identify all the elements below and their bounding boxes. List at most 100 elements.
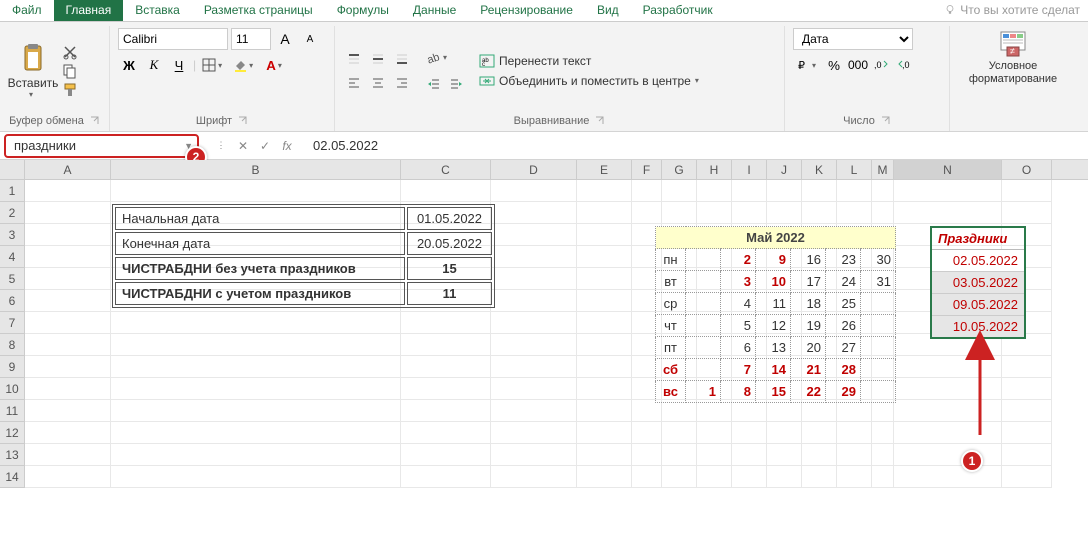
cell[interactable] (491, 334, 577, 356)
cell[interactable] (25, 378, 111, 400)
cell[interactable] (767, 466, 802, 488)
cell[interactable] (872, 444, 894, 466)
calendar-cell[interactable]: 26 (826, 315, 861, 337)
align-center-button[interactable] (367, 72, 389, 94)
cell[interactable] (577, 290, 632, 312)
cell[interactable] (767, 444, 802, 466)
dialog-launcher-icon[interactable] (238, 116, 248, 126)
cell[interactable] (1002, 422, 1052, 444)
calendar-cell[interactable] (686, 359, 721, 381)
cell[interactable] (491, 356, 577, 378)
cell[interactable] (662, 202, 697, 224)
table-cell[interactable]: Начальная дата (115, 207, 405, 230)
dialog-launcher-icon[interactable] (595, 116, 605, 126)
row-header[interactable]: 6 (0, 290, 25, 312)
cell[interactable] (491, 378, 577, 400)
font-color-button[interactable]: A▾ (261, 54, 289, 76)
table-cell[interactable]: 01.05.2022 (407, 207, 492, 230)
align-middle-button[interactable] (367, 48, 389, 70)
row-header[interactable]: 1 (0, 180, 25, 202)
cell[interactable] (25, 224, 111, 246)
tab-view[interactable]: Вид (585, 0, 631, 21)
cell[interactable] (697, 466, 732, 488)
cell[interactable] (111, 180, 401, 202)
calendar-cell[interactable]: 9 (756, 249, 791, 271)
italic-button[interactable]: К (143, 54, 165, 76)
cell[interactable] (25, 290, 111, 312)
cancel-formula-icon[interactable]: ✕ (235, 139, 251, 153)
calendar-cell[interactable]: 23 (826, 249, 861, 271)
font-size-select[interactable] (231, 28, 271, 50)
cell[interactable] (1002, 202, 1052, 224)
cell[interactable] (767, 400, 802, 422)
row-header[interactable]: 3 (0, 224, 25, 246)
column-header-G[interactable]: G (662, 160, 697, 179)
cell[interactable] (732, 444, 767, 466)
cell[interactable] (732, 422, 767, 444)
cell[interactable] (491, 312, 577, 334)
cell[interactable] (697, 202, 732, 224)
align-top-button[interactable] (343, 48, 365, 70)
merge-center-button[interactable]: Объединить и поместить в центре ▾ (479, 73, 703, 89)
align-left-button[interactable] (343, 72, 365, 94)
increase-font-button[interactable]: A (274, 28, 296, 50)
column-header-M[interactable]: M (872, 160, 894, 179)
cell[interactable] (491, 224, 577, 246)
cell[interactable] (25, 422, 111, 444)
cell[interactable] (837, 444, 872, 466)
select-all-triangle[interactable] (0, 160, 25, 179)
cell[interactable] (632, 180, 662, 202)
column-header-B[interactable]: B (111, 160, 401, 179)
cell[interactable] (111, 444, 401, 466)
calendar-cell[interactable]: 10 (756, 271, 791, 293)
table-cell[interactable]: 20.05.2022 (407, 232, 492, 255)
cell[interactable] (25, 268, 111, 290)
cell[interactable] (1002, 444, 1052, 466)
cell[interactable] (1002, 466, 1052, 488)
column-header-O[interactable]: O (1002, 160, 1052, 179)
cell[interactable] (577, 202, 632, 224)
cell[interactable] (894, 180, 1002, 202)
holiday-cell[interactable]: 09.05.2022 (931, 294, 1025, 316)
tab-formulas[interactable]: Формулы (325, 0, 401, 21)
column-header-C[interactable]: C (401, 160, 491, 179)
decrease-indent-button[interactable] (423, 73, 445, 95)
cell[interactable] (25, 356, 111, 378)
cell[interactable] (25, 400, 111, 422)
cell[interactable] (25, 444, 111, 466)
name-box[interactable]: праздники ▼ 2 (4, 134, 199, 158)
cell[interactable] (872, 400, 894, 422)
row-header[interactable]: 10 (0, 378, 25, 400)
calendar-cell[interactable]: 2 (721, 249, 756, 271)
bold-button[interactable]: Ж (118, 54, 140, 76)
calendar-cell[interactable] (686, 271, 721, 293)
cell[interactable] (894, 202, 1002, 224)
calendar-cell[interactable]: 5 (721, 315, 756, 337)
enter-formula-icon[interactable]: ✓ (257, 139, 273, 153)
calendar-cell[interactable]: 30 (861, 249, 896, 271)
holiday-cell[interactable]: 03.05.2022 (931, 272, 1025, 294)
cell[interactable] (25, 312, 111, 334)
cell[interactable] (767, 202, 802, 224)
cell[interactable] (802, 400, 837, 422)
tab-data[interactable]: Данные (401, 0, 468, 21)
calendar-cell[interactable] (686, 337, 721, 359)
fx-button[interactable]: fx (279, 139, 295, 153)
cell[interactable] (872, 422, 894, 444)
dropdown-icon[interactable]: ⋮ (213, 140, 229, 151)
calendar-cell[interactable] (686, 315, 721, 337)
cell[interactable] (837, 202, 872, 224)
row-header[interactable]: 8 (0, 334, 25, 356)
column-header-F[interactable]: F (632, 160, 662, 179)
calendar-cell[interactable]: 17 (791, 271, 826, 293)
cell[interactable] (837, 180, 872, 202)
cell[interactable] (577, 180, 632, 202)
tab-developer[interactable]: Разработчик (631, 0, 725, 21)
fill-color-button[interactable]: ▾ (230, 54, 258, 76)
copy-icon[interactable] (62, 63, 78, 79)
cell[interactable] (111, 422, 401, 444)
column-header-I[interactable]: I (732, 160, 767, 179)
cell[interactable] (401, 422, 491, 444)
cell[interactable] (111, 334, 401, 356)
cell[interactable] (872, 202, 894, 224)
